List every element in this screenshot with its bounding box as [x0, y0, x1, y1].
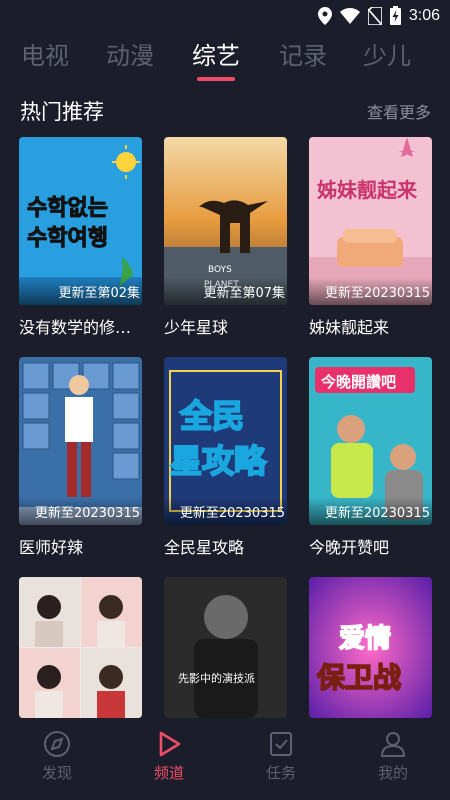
user-icon	[380, 732, 406, 757]
poster-art: 先影中的演技派	[164, 577, 287, 718]
nav-channel[interactable]: 频道	[139, 730, 199, 783]
tab-anime[interactable]: 动漫	[106, 36, 154, 71]
bottom-navigation: 发现 频道 任务 我的	[0, 718, 450, 800]
section-title: 热门推荐	[20, 100, 104, 124]
card-title: 今晚开赞吧	[309, 538, 390, 557]
svg-text:星攻略: 星攻略	[170, 442, 267, 480]
card-title: 没有数学的修…	[19, 318, 132, 337]
see-more-link[interactable]: 查看更多	[367, 99, 431, 123]
poster[interactable]: 先影中的演技派	[164, 577, 287, 718]
svg-text:姊妹靓起来: 姊妹靓起来	[317, 178, 418, 202]
card-title: 全民星攻略	[164, 538, 245, 557]
poster[interactable]: 爱情 保卫战	[309, 577, 432, 718]
poster-art	[19, 577, 142, 718]
svg-text:今晚開讚吧: 今晚開讚吧	[320, 373, 396, 391]
poster[interactable]: 姊妹靓起来 更新至20230315	[309, 137, 432, 305]
task-icon	[270, 732, 292, 756]
update-badge: 更新至第07集	[164, 277, 287, 305]
tab-tv[interactable]: 电视	[21, 36, 69, 71]
svg-text:全民: 全民	[179, 397, 244, 435]
poster[interactable]: 수학없는 수학여행 更新至第02集	[19, 137, 142, 305]
no-sim-icon	[367, 6, 382, 25]
poster[interactable]: 今晚開讚吧 更新至20230315	[309, 357, 432, 525]
active-tab-indicator	[197, 77, 235, 81]
status-bar: 3:06	[0, 0, 450, 32]
poster[interactable]	[19, 577, 142, 718]
card-title: 少年星球	[164, 318, 229, 337]
update-badge: 更新至20230315	[309, 277, 432, 305]
card-title: 医师好辣	[19, 538, 84, 557]
poster[interactable]: 全民 星攻略 更新至20230315	[164, 357, 287, 525]
card-title: 姊妹靓起来	[309, 318, 390, 337]
poster-art: 爱情 保卫战	[309, 577, 432, 718]
category-tabs: 电视 动漫 综艺 记录 少儿	[0, 36, 450, 80]
tab-documentary[interactable]: 记录	[279, 36, 327, 71]
svg-text:수학없는: 수학없는	[27, 196, 108, 221]
section-header: 热门推荐 查看更多	[0, 96, 450, 126]
wifi-icon	[339, 7, 360, 24]
battery-charging-icon	[389, 6, 401, 25]
tab-kids[interactable]: 少儿	[363, 36, 411, 71]
update-badge: 更新至20230315	[164, 497, 287, 525]
update-badge: 更新至20230315	[19, 497, 142, 525]
poster[interactable]: BOYS PLANET 更新至第07集	[164, 137, 287, 305]
svg-text:爱情: 爱情	[339, 624, 391, 654]
tab-variety[interactable]: 综艺	[192, 36, 240, 71]
play-icon	[159, 731, 181, 757]
nav-tasks[interactable]: 任务	[251, 730, 311, 783]
nav-profile[interactable]: 我的	[363, 730, 423, 783]
compass-icon	[44, 731, 70, 757]
status-time: 3:06	[408, 6, 440, 24]
nav-discover[interactable]: 发现	[27, 730, 87, 783]
update-badge: 更新至第02集	[19, 277, 142, 305]
svg-text:先影中的演技派: 先影中的演技派	[178, 671, 255, 685]
svg-text:BOYS: BOYS	[208, 265, 232, 275]
location-icon	[317, 6, 332, 25]
svg-text:수학여행: 수학여행	[27, 226, 108, 251]
poster[interactable]: 更新至20230315	[19, 357, 142, 525]
update-badge: 更新至20230315	[309, 497, 432, 525]
svg-text:保卫战: 保卫战	[317, 661, 401, 694]
